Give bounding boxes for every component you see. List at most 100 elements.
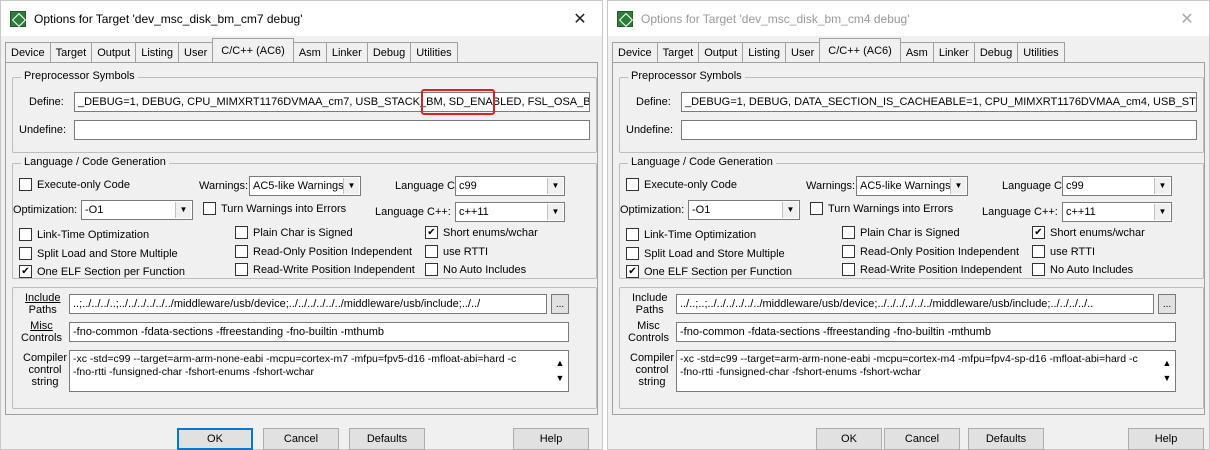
execute-only-checkbox[interactable]: Execute-only Code: [626, 178, 737, 191]
use-rtti-checkbox[interactable]: use RTTI: [1032, 245, 1095, 258]
language-c-value: c99: [1066, 180, 1084, 192]
split-load-label: Split Load and Store Multiple: [644, 247, 785, 260]
tab-user[interactable]: User: [785, 42, 821, 62]
tab-asm[interactable]: Asm: [292, 42, 327, 62]
tab-utilities[interactable]: Utilities: [1017, 42, 1065, 62]
tab-debug[interactable]: Debug: [366, 42, 412, 62]
undefine-field[interactable]: [74, 120, 590, 140]
language-cpp-label: Language C++:: [375, 206, 451, 218]
checkbox-box: [626, 178, 639, 191]
close-button[interactable]: ✕: [1165, 1, 1209, 36]
browse-button[interactable]: ...: [1158, 294, 1176, 314]
language-cpp-select[interactable]: c++11 ▼: [455, 202, 565, 222]
turn-warnings-checkbox[interactable]: Turn Warnings into Errors: [810, 202, 953, 215]
check-icon: ✔: [19, 265, 32, 278]
split-load-label: Split Load and Store Multiple: [37, 247, 178, 260]
tab-listing[interactable]: Listing: [135, 42, 180, 62]
tab-panel: Preprocessor Symbols Define: _DEBUG=1, D…: [5, 62, 598, 415]
tab-linker[interactable]: Linker: [325, 42, 368, 62]
title-bar: Options for Target 'dev_msc_disk_bm_cm4 …: [608, 1, 1209, 36]
tab-c-cpp-ac6[interactable]: C/C++ (AC6): [212, 38, 294, 62]
execute-only-checkbox[interactable]: Execute-only Code: [19, 178, 130, 191]
warnings-select[interactable]: AC5-like Warnings ▼: [249, 176, 361, 196]
ok-button[interactable]: OK: [816, 428, 882, 450]
tab-linker[interactable]: Linker: [932, 42, 975, 62]
tab-utilities[interactable]: Utilities: [410, 42, 458, 62]
use-rtti-checkbox[interactable]: use RTTI: [425, 245, 488, 258]
undefine-field[interactable]: [681, 120, 1197, 140]
plain-char-checkbox[interactable]: Plain Char is Signed: [842, 226, 960, 239]
compiler-line-2: -fno-rtti -funsigned-char -fshort-enums …: [73, 366, 314, 378]
misc-controls-label: Misc Controls: [628, 320, 669, 344]
define-field[interactable]: _DEBUG=1, DEBUG, CPU_MIMXRT1176DVMAA_cm7…: [74, 92, 590, 112]
optimization-select[interactable]: -O1 ▼: [688, 200, 800, 220]
tab-target[interactable]: Target: [656, 42, 700, 62]
scroll-up-icon[interactable]: ▲: [556, 357, 565, 370]
cancel-button[interactable]: Cancel: [884, 428, 960, 450]
close-button[interactable]: ✕: [558, 1, 602, 36]
short-enums-checkbox[interactable]: ✔ Short enums/wchar: [1032, 226, 1145, 239]
compiler-scrollbar[interactable]: ▲ ▼: [552, 351, 568, 391]
language-c-select[interactable]: c99 ▼: [1062, 176, 1172, 196]
no-auto-checkbox[interactable]: No Auto Includes: [425, 263, 526, 276]
include-label-line2: Paths: [28, 304, 57, 316]
tab-device[interactable]: Device: [5, 42, 51, 62]
warnings-select[interactable]: AC5-like Warnings ▼: [856, 176, 968, 196]
compiler-scrollbar[interactable]: ▲ ▼: [1159, 351, 1175, 391]
defaults-button[interactable]: Defaults: [968, 428, 1044, 450]
tab-listing[interactable]: Listing: [742, 42, 787, 62]
link-time-checkbox[interactable]: Link-Time Optimization: [19, 228, 149, 241]
read-only-checkbox[interactable]: Read-Only Position Independent: [842, 245, 1019, 258]
tab-output[interactable]: Output: [91, 42, 137, 62]
tab-device[interactable]: Device: [612, 42, 658, 62]
link-time-checkbox[interactable]: Link-Time Optimization: [626, 228, 756, 241]
read-only-checkbox[interactable]: Read-Only Position Independent: [235, 245, 412, 258]
dropdown-arrow-icon: ▼: [175, 202, 191, 218]
tab-c-cpp-ac6[interactable]: C/C++ (AC6): [819, 38, 901, 62]
keil-app-icon: [10, 10, 26, 27]
read-write-checkbox[interactable]: Read-Write Position Independent: [235, 263, 415, 276]
language-cpp-select[interactable]: c++11 ▼: [1062, 202, 1172, 222]
misc-controls-field[interactable]: -fno-common -fdata-sections -ffreestandi…: [69, 322, 569, 342]
tab-output[interactable]: Output: [698, 42, 744, 62]
browse-button[interactable]: ...: [551, 294, 569, 314]
language-cpp-label: Language C++:: [982, 206, 1058, 218]
optimization-select[interactable]: -O1 ▼: [81, 200, 193, 220]
include-paths-field[interactable]: ../..;..;../../../../../../middleware/us…: [676, 294, 1154, 314]
link-time-label: Link-Time Optimization: [37, 228, 150, 241]
scroll-down-icon[interactable]: ▼: [556, 372, 565, 385]
dialog-title: Options for Target 'dev_msc_disk_bm_cm7 …: [34, 11, 303, 26]
options-dialog-cm7: Options for Target 'dev_msc_disk_bm_cm7 …: [0, 0, 603, 450]
language-c-select[interactable]: c99 ▼: [455, 176, 565, 196]
tab-debug[interactable]: Debug: [973, 42, 1019, 62]
scroll-down-icon[interactable]: ▼: [1163, 372, 1172, 385]
no-auto-checkbox[interactable]: No Auto Includes: [1032, 263, 1133, 276]
one-elf-checkbox[interactable]: ✔ One ELF Section per Function: [626, 265, 792, 278]
split-load-checkbox[interactable]: Split Load and Store Multiple: [626, 247, 785, 260]
tab-asm[interactable]: Asm: [899, 42, 934, 62]
ok-button[interactable]: OK: [177, 428, 253, 450]
warnings-value: AC5-like Warnings: [253, 180, 344, 192]
help-button[interactable]: Help: [513, 428, 589, 450]
turn-warnings-checkbox[interactable]: Turn Warnings into Errors: [203, 202, 346, 215]
warnings-label: Warnings:: [199, 180, 249, 192]
checkbox-box: [626, 228, 639, 241]
one-elf-checkbox[interactable]: ✔ One ELF Section per Function: [19, 265, 185, 278]
read-write-checkbox[interactable]: Read-Write Position Independent: [842, 263, 1022, 276]
cancel-button[interactable]: Cancel: [263, 428, 339, 450]
compiler-control-string: -xc -std=c99 --target=arm-arm-none-eabi …: [676, 350, 1176, 392]
include-paths-field[interactable]: ..;../../../..;../../../../../../middlew…: [69, 294, 547, 314]
checkbox-box: [810, 202, 823, 215]
tab-target[interactable]: Target: [49, 42, 93, 62]
scroll-up-icon[interactable]: ▲: [1163, 357, 1172, 370]
help-button[interactable]: Help: [1128, 428, 1204, 450]
title-bar: Options for Target 'dev_msc_disk_bm_cm7 …: [1, 1, 602, 36]
define-field[interactable]: _DEBUG=1, DEBUG, DATA_SECTION_IS_CACHEAB…: [681, 92, 1197, 112]
defaults-button[interactable]: Defaults: [349, 428, 425, 450]
tab-user[interactable]: User: [178, 42, 214, 62]
short-enums-checkbox[interactable]: ✔ Short enums/wchar: [425, 226, 538, 239]
split-load-checkbox[interactable]: Split Load and Store Multiple: [19, 247, 178, 260]
short-enums-label: Short enums/wchar: [443, 226, 538, 239]
plain-char-checkbox[interactable]: Plain Char is Signed: [235, 226, 353, 239]
misc-controls-field[interactable]: -fno-common -fdata-sections -ffreestandi…: [676, 322, 1176, 342]
